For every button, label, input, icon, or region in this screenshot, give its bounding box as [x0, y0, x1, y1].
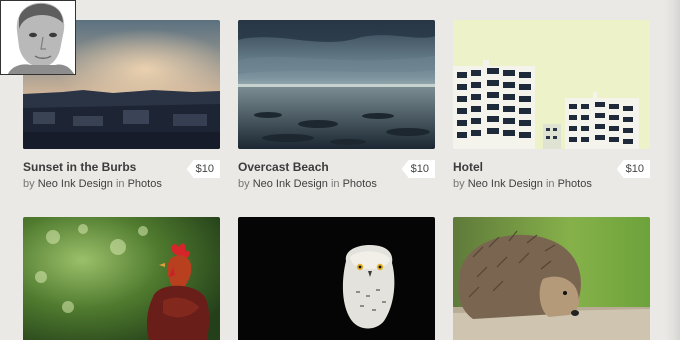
rooster-image[interactable] — [23, 217, 220, 340]
product-byline: by Neo Ink Design in Photos — [453, 178, 592, 190]
product-title[interactable]: Overcast Beach — [238, 160, 329, 174]
product-card-hotel[interactable]: Hotel $10 by Neo Ink Design in Photos — [453, 20, 650, 200]
author-link[interactable]: Neo Ink Design — [253, 178, 328, 190]
hotel-buildings-image[interactable] — [453, 20, 650, 149]
author-link[interactable]: Neo Ink Design — [38, 178, 113, 190]
product-byline: by Neo Ink Design in Photos — [23, 178, 162, 190]
person-portrait-image — [1, 1, 75, 74]
product-card-overcast-beach[interactable]: Overcast Beach $10 by Neo Ink Design in … — [238, 20, 435, 200]
price-tag: $10 — [186, 160, 220, 178]
snowy-owl-image[interactable] — [238, 217, 435, 340]
price-tag: $10 — [401, 160, 435, 178]
avatar[interactable] — [0, 0, 76, 75]
byline-in: in — [330, 178, 340, 190]
byline-by: by — [238, 178, 250, 190]
overcast-beach-image[interactable] — [238, 20, 435, 149]
product-card-rooster[interactable] — [23, 217, 220, 340]
hedgehog-image[interactable] — [453, 217, 650, 340]
byline-in: in — [545, 178, 555, 190]
product-byline: by Neo Ink Design in Photos — [238, 178, 377, 190]
category-link[interactable]: Photos — [128, 178, 162, 190]
author-link[interactable]: Neo Ink Design — [468, 178, 543, 190]
product-card-hedgehog[interactable] — [453, 217, 650, 340]
product-card-owl[interactable] — [238, 217, 435, 340]
category-link[interactable]: Photos — [343, 178, 377, 190]
product-title[interactable]: Hotel — [453, 160, 483, 174]
product-title[interactable]: Sunset in the Burbs — [23, 160, 136, 174]
price-tag: $10 — [616, 160, 650, 178]
category-link[interactable]: Photos — [558, 178, 592, 190]
byline-in: in — [115, 178, 125, 190]
byline-by: by — [23, 178, 35, 190]
page-edge-shadow — [664, 0, 680, 340]
byline-by: by — [453, 178, 465, 190]
